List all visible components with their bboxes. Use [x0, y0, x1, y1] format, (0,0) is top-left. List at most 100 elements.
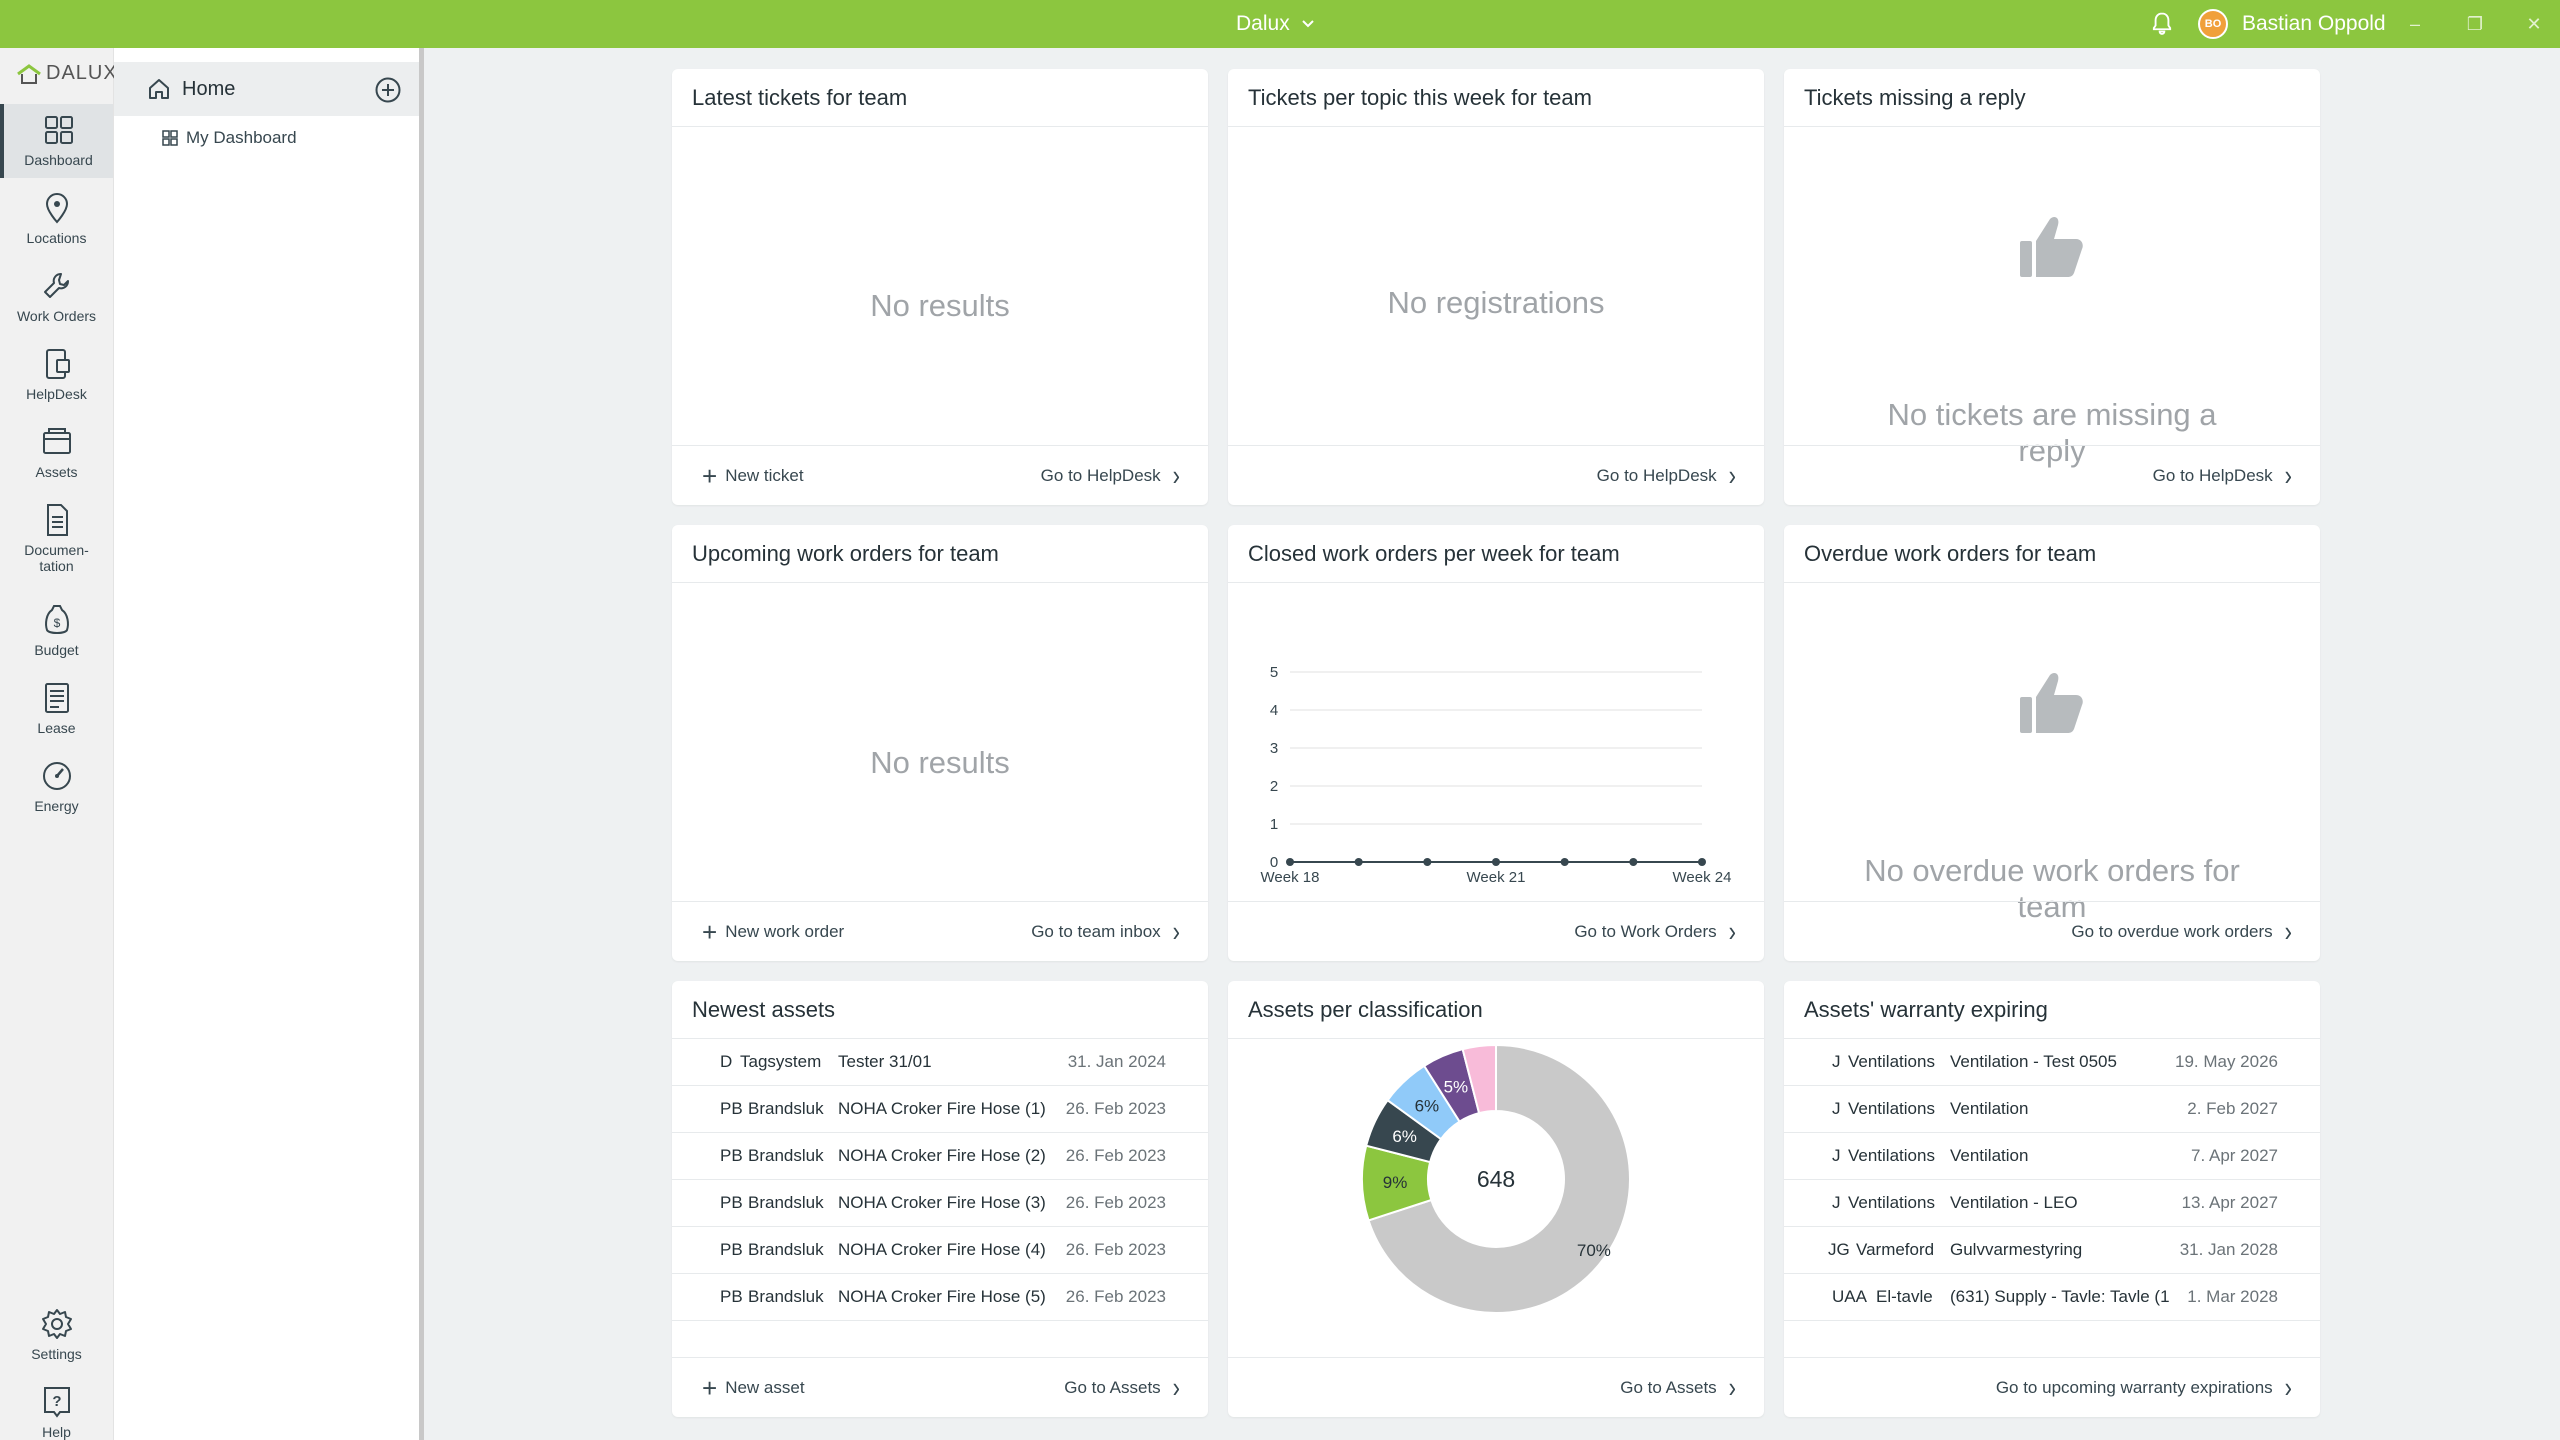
widget-title: Upcoming work orders for team: [672, 525, 1208, 583]
rail-item-documentation[interactable]: Documen- tation: [0, 494, 113, 590]
app-switcher[interactable]: Dalux: [1236, 12, 1316, 36]
add-dashboard-icon[interactable]: [374, 76, 402, 104]
asset-code: PB: [720, 1146, 743, 1165]
bell-icon[interactable]: [2148, 10, 2176, 38]
rail-item-settings[interactable]: Settings: [0, 1298, 113, 1372]
empty-message: No results: [870, 288, 1010, 323]
widget-title: Assets' warranty expiring: [1784, 981, 2320, 1039]
chevron-right-icon: ›: [2284, 914, 2292, 948]
list-item[interactable]: PB Brandsluk NOHA Croker Fire Hose (4) 26. …: [672, 1227, 1208, 1274]
y-tick-label: 1: [1270, 816, 1278, 833]
list-item[interactable]: J Ventilations Ventilation 7. Apr 2027: [1784, 1133, 2320, 1180]
new-work-order-label: New work order: [725, 921, 845, 941]
data-point: [1560, 858, 1569, 866]
house-logo-icon: [17, 63, 41, 84]
go-to-assets-link[interactable]: Go to Assets ›: [1064, 1371, 1180, 1404]
close-icon[interactable]: ✕: [2522, 12, 2546, 36]
widget-title: Overdue work orders for team: [1784, 525, 2320, 583]
nav-my-dashboard-label: My Dashboard: [186, 128, 297, 147]
dalux-logo[interactable]: DALUX: [16, 62, 118, 85]
go-to-team-inbox-label: Go to team inbox: [1031, 921, 1161, 941]
gauge-icon: [42, 762, 71, 790]
asset-category: Brandsluk: [748, 1287, 824, 1306]
rail-item-locations[interactable]: Locations: [0, 182, 113, 256]
chevron-right-icon: ›: [1728, 914, 1736, 948]
asset-date: 26. Feb 2023: [1065, 1240, 1166, 1259]
list-item[interactable]: D Tagsystem Tester 31/01 31. Jan 2024: [672, 1039, 1208, 1086]
asset-category: El-tavle: [1876, 1287, 1933, 1306]
slice-label: 6%: [1415, 1096, 1440, 1115]
rail-item-help[interactable]: ? Help: [0, 1376, 113, 1440]
go-to-helpdesk-link[interactable]: Go to HelpDesk ›: [1041, 459, 1180, 492]
rail-item-label: Documen- tation: [24, 542, 89, 574]
data-point: [1423, 858, 1432, 866]
list-item[interactable]: J Ventilations Ventilation - Test 0505 19. …: [1784, 1039, 2320, 1086]
list-item[interactable]: J Ventilations Ventilation - LEO 13. Apr 20…: [1784, 1180, 2320, 1227]
help-icon: ?: [43, 1387, 70, 1418]
gear-icon: [41, 1309, 72, 1339]
asset-code: UAA: [1832, 1287, 1867, 1306]
new-asset-label: New asset: [725, 1377, 805, 1397]
go-to-work-orders-link[interactable]: Go to Work Orders ›: [1574, 915, 1736, 948]
x-tick-label: Week 21: [1467, 869, 1526, 883]
rail-item-lease[interactable]: Lease: [0, 672, 113, 746]
avatar[interactable]: BO: [2198, 9, 2228, 39]
go-to-helpdesk-link[interactable]: Go to HelpDesk ›: [1597, 459, 1736, 492]
widget-footer: + New asset Go to Assets ›: [672, 1357, 1208, 1417]
new-ticket-button[interactable]: + New ticket: [702, 463, 804, 489]
go-to-assets-link[interactable]: Go to Assets ›: [1620, 1371, 1736, 1404]
asset-date: 26. Feb 2023: [1065, 1287, 1166, 1306]
document-icon: [46, 504, 68, 536]
y-tick-label: 5: [1270, 664, 1278, 681]
widget-footer: Go to HelpDesk ›: [1228, 445, 1764, 505]
rail-item-work-orders[interactable]: Work Orders: [0, 260, 113, 334]
warranty-date: 31. Jan 2028: [2179, 1240, 2278, 1259]
widget-title: Latest tickets for team: [672, 69, 1208, 127]
go-to-overdue-label: Go to overdue work orders: [2071, 921, 2273, 941]
nav-my-dashboard[interactable]: My Dashboard: [162, 128, 297, 148]
module-rail: DALUX Dashboard Locations Work Orders He…: [0, 48, 117, 1440]
user-name[interactable]: Bastian Oppold: [2242, 12, 2386, 36]
asset-category: Tagsystem: [740, 1052, 822, 1071]
closed-work-orders-chart: 012345Week 18 Week 21 Week 24: [1261, 664, 1732, 883]
rail-item-label: Budget: [34, 642, 79, 658]
widget-tickets-per-topic: Tickets per topic this week for team No …: [1228, 69, 1764, 505]
chevron-right-icon: ›: [1172, 914, 1180, 948]
go-to-team-inbox-link[interactable]: Go to team inbox ›: [1031, 915, 1180, 948]
rail-item-label: Locations: [26, 230, 87, 246]
list-item[interactable]: PB Brandsluk NOHA Croker Fire Hose (5) 26. …: [672, 1274, 1208, 1321]
rail-item-budget[interactable]: $ Budget: [0, 594, 113, 668]
list-item[interactable]: PB Brandsluk NOHA Croker Fire Hose (2) 26. …: [672, 1133, 1208, 1180]
chevron-right-icon: ›: [1172, 1370, 1180, 1404]
assets-classification-donut: 70%9%6%6%5%648: [1361, 1043, 1631, 1314]
widget-title: Tickets missing a reply: [1784, 69, 2320, 127]
asset-code: PB: [720, 1193, 743, 1212]
list-item[interactable]: JG Varmeford Gulvvarmestyring 31. Jan 2028: [1784, 1227, 2320, 1274]
go-to-helpdesk-link[interactable]: Go to HelpDesk ›: [2153, 459, 2292, 492]
widget-footer: + New work order Go to team inbox ›: [672, 901, 1208, 961]
asset-date: 26. Feb 2023: [1065, 1193, 1166, 1212]
y-tick-label: 4: [1270, 702, 1278, 719]
rail-item-energy[interactable]: Energy: [0, 750, 113, 824]
navigation-panel: Home My Dashboard: [114, 48, 424, 1440]
rail-item-assets[interactable]: Assets: [0, 416, 113, 490]
widget-overdue-work-orders: Overdue work orders for team No overdue …: [1784, 525, 2320, 961]
dashboard-grid-icon: [162, 130, 178, 146]
data-point: [1492, 858, 1500, 866]
go-to-assets-label: Go to Assets: [1064, 1377, 1161, 1397]
warranty-date: 7. Apr 2027: [2191, 1146, 2278, 1165]
go-to-warranty-expirations-link[interactable]: Go to upcoming warranty expirations ›: [1996, 1371, 2292, 1404]
restore-icon[interactable]: ❐: [2463, 12, 2487, 36]
new-asset-button[interactable]: + New asset: [702, 1375, 805, 1401]
widget-latest-tickets: Latest tickets for team No results + New …: [672, 69, 1208, 505]
go-to-overdue-work-orders-link[interactable]: Go to overdue work orders ›: [2071, 915, 2292, 948]
minimize-icon[interactable]: –: [2403, 12, 2427, 36]
rail-item-dashboard[interactable]: Dashboard: [0, 104, 113, 178]
list-item[interactable]: UAA El-tavle (631) Supply - Tavle: Tavle (…: [1784, 1274, 2320, 1321]
asset-name: Tester 31/01: [838, 1052, 932, 1071]
list-item[interactable]: J Ventilations Ventilation 2. Feb 2027: [1784, 1086, 2320, 1133]
list-item[interactable]: PB Brandsluk NOHA Croker Fire Hose (1) 26. …: [672, 1086, 1208, 1133]
rail-item-helpdesk[interactable]: HelpDesk: [0, 338, 113, 412]
new-work-order-button[interactable]: + New work order: [702, 919, 845, 945]
list-item[interactable]: PB Brandsluk NOHA Croker Fire Hose (3) 26. …: [672, 1180, 1208, 1227]
